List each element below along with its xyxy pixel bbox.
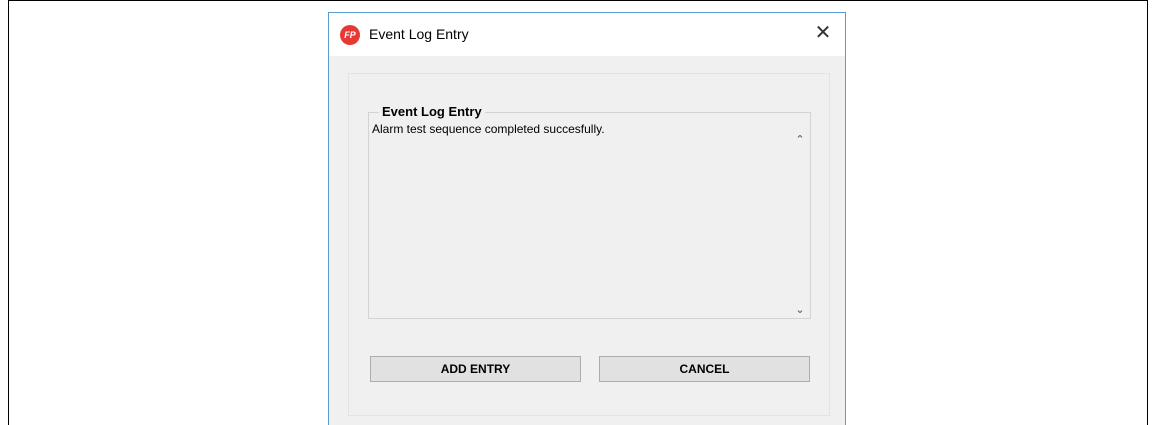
- event-log-dialog: FP Event Log Entry ✕ Event Log Entry Ala…: [328, 12, 846, 425]
- dialog-body: Event Log Entry Alarm test sequence comp…: [348, 73, 830, 416]
- event-text-area[interactable]: Alarm test sequence completed succesfull…: [369, 120, 789, 318]
- group-legend: Event Log Entry: [379, 104, 485, 119]
- scroll-up-arrow-icon[interactable]: ⌃: [790, 130, 810, 150]
- app-logo-icon: FP: [340, 25, 360, 45]
- add-entry-button[interactable]: ADD ENTRY: [370, 356, 581, 382]
- window-title: Event Log Entry: [369, 26, 469, 42]
- cancel-button[interactable]: CANCEL: [599, 356, 810, 382]
- scroll-down-arrow-icon[interactable]: ⌄: [790, 300, 810, 320]
- vertical-scrollbar[interactable]: ⌃ ⌄: [790, 120, 810, 318]
- event-log-groupbox: Event Log Entry Alarm test sequence comp…: [368, 104, 811, 319]
- title-bar: FP Event Log Entry ✕: [329, 13, 845, 56]
- close-icon[interactable]: ✕: [801, 13, 845, 56]
